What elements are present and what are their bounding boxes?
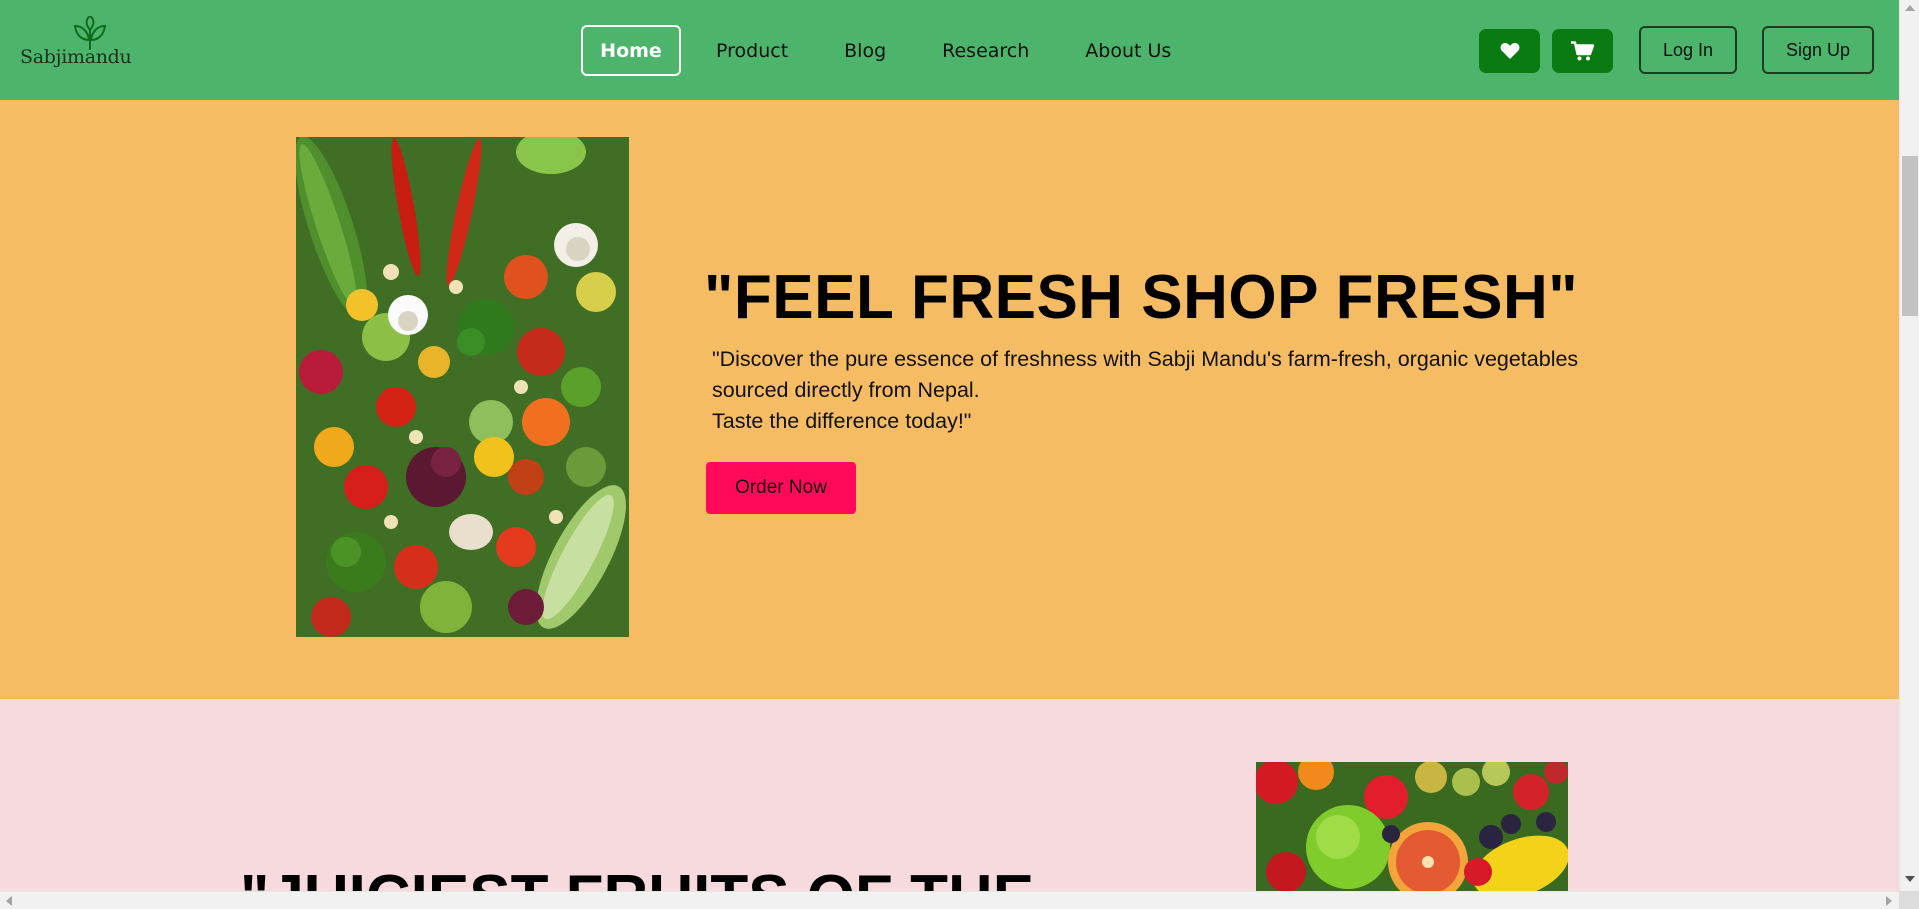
wishlist-button[interactable] (1479, 29, 1540, 73)
hero-description: "Discover the pure essence of freshness … (712, 344, 1662, 437)
top-navbar: Sabjimandu Home Product Blog Research Ab… (0, 0, 1899, 100)
fruits-image (1256, 762, 1568, 891)
fruits-section-title: "JUICIEST FRUITS OF THE (240, 862, 1034, 891)
hero-description-line: sourced directly from Nepal. (712, 378, 980, 402)
nav-link-home[interactable]: Home (581, 25, 681, 76)
scroll-down-arrow-icon[interactable] (1905, 876, 1915, 882)
vertical-scrollbar[interactable] (1899, 0, 1919, 891)
login-button[interactable]: Log In (1639, 26, 1737, 74)
vertical-scrollbar-thumb[interactable] (1902, 156, 1918, 316)
hero-description-line: "Discover the pure essence of freshness … (712, 347, 1579, 371)
signup-button[interactable]: Sign Up (1762, 26, 1874, 74)
nav-link-research[interactable]: Research (919, 25, 1052, 76)
horizontal-scrollbar[interactable] (0, 891, 1919, 909)
cart-button[interactable] (1552, 29, 1613, 73)
brand-logo-text: Sabjimandu (20, 46, 132, 68)
scroll-up-arrow-icon[interactable] (1905, 5, 1915, 11)
page-viewport: Sabjimandu Home Product Blog Research Ab… (0, 0, 1899, 891)
order-now-button[interactable]: Order Now (706, 462, 856, 514)
brand-logo[interactable]: Sabjimandu (20, 16, 132, 76)
shopping-cart-icon (1570, 41, 1594, 61)
nav-link-product[interactable]: Product (693, 25, 811, 76)
leaf-sprout-icon (73, 16, 107, 50)
scroll-right-arrow-icon[interactable] (1886, 896, 1892, 906)
nav-link-about-us[interactable]: About Us (1062, 25, 1194, 76)
scroll-left-arrow-icon[interactable] (6, 896, 12, 906)
hero-title: "FEEL FRESH SHOP FRESH" (704, 263, 1579, 332)
scrollbar-corner (1899, 891, 1919, 909)
nav-link-blog[interactable]: Blog (821, 25, 909, 76)
hero-description-line: Taste the difference today!" (712, 409, 972, 433)
heart-icon (1500, 43, 1519, 59)
vegetables-image (296, 137, 629, 637)
main-nav: Home Product Blog Research About Us (581, 25, 1204, 76)
